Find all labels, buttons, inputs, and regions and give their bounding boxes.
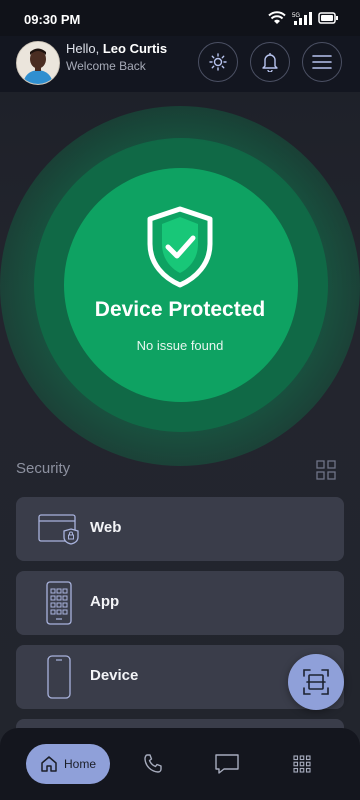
status-time: 09:30 PM [24,12,81,27]
brightness-button[interactable] [198,42,238,82]
phone-call-icon [144,754,162,773]
avatar[interactable] [16,41,60,85]
security-item-app[interactable]: App [16,571,344,635]
user-name: Leo Curtis [102,41,168,56]
greeting-prefix: Hello, [66,41,103,56]
nav-apps[interactable] [288,750,316,778]
header: Hello, Leo Curtis Welcome Back [0,36,360,92]
security-item-label: App [90,593,120,610]
chat-icon [215,754,239,774]
menu-icon [312,55,332,69]
phone-apps-icon [36,581,82,625]
security-item-web[interactable]: Web [16,497,344,561]
notifications-button[interactable] [250,42,290,82]
shield-check-icon [147,206,213,288]
bottom-navigation: Home [0,728,360,800]
phone-icon [36,655,82,699]
menu-button[interactable] [302,42,342,82]
security-item-label: Web [90,519,122,536]
greeting: Hello, Leo Curtis [66,41,167,56]
battery-icon [318,12,338,24]
grid-view-icon [316,460,336,480]
wifi-icon [268,11,286,24]
scan-icon [303,669,329,695]
protection-title: Device Protected [94,298,266,321]
grid-view-button[interactable] [316,460,336,485]
nav-home-label: Home [63,757,96,771]
scan-button[interactable] [288,654,344,710]
security-section-title: Security [16,460,71,477]
status-bar: 09:30 PM 5G [0,0,360,36]
brightness-icon [209,53,227,71]
nav-calls[interactable] [139,750,167,778]
apps-grid-icon [293,755,311,773]
security-item-label: Device [90,667,139,684]
nav-messages[interactable] [213,750,241,778]
app-screen: 09:30 PM 5G Hello, Leo Curtis Welcome Ba… [0,0,360,800]
browser-shield-icon [36,507,82,551]
avatar-image [17,42,59,84]
bell-icon [262,53,278,72]
protection-subtitle: No issue found [136,338,224,353]
welcome-text: Welcome Back [66,59,146,73]
home-icon [41,756,57,772]
nav-home[interactable]: Home [26,744,110,784]
signal-5g-icon: 5G [292,12,312,25]
status-icons: 5G [268,11,338,25]
